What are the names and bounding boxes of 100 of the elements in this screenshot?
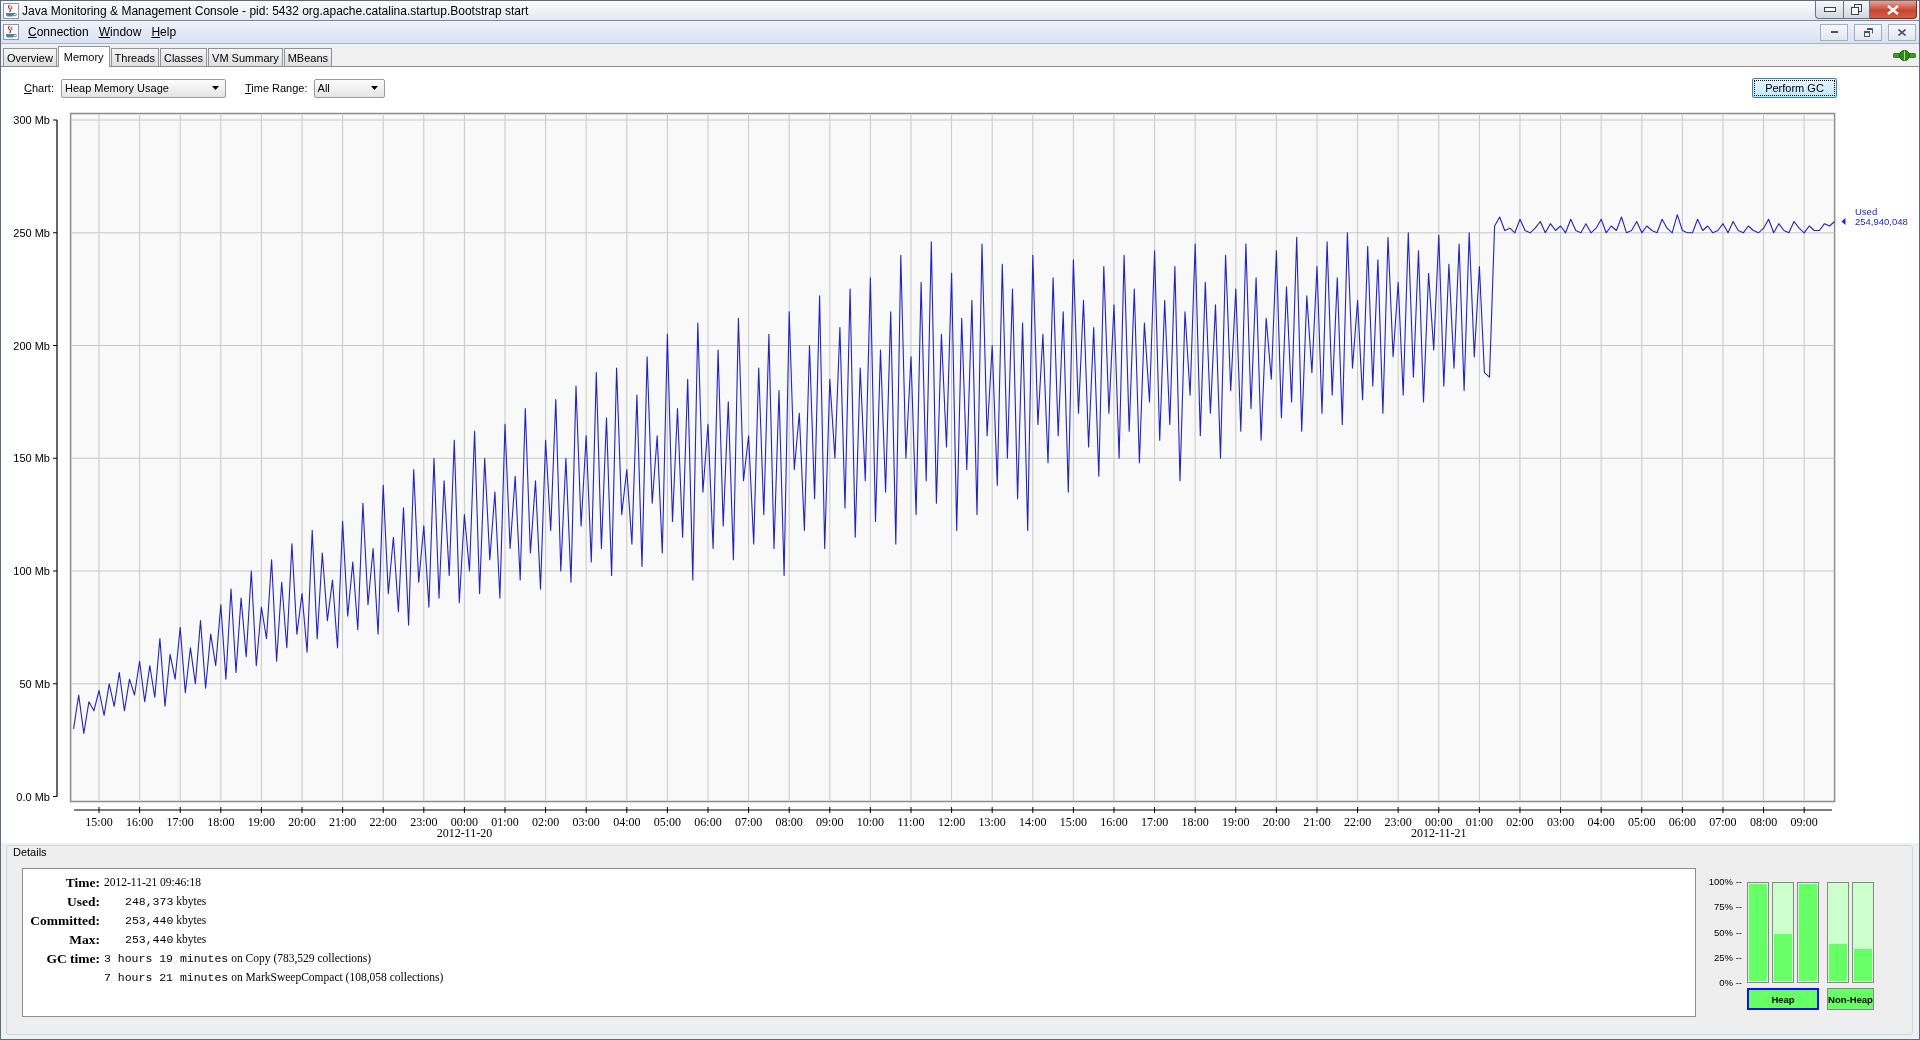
x-tick-label: 00:00: [1425, 815, 1453, 829]
chart-dropdown[interactable]: Heap Memory Usage: [60, 78, 226, 98]
menu-item[interactable]: Window: [93, 25, 147, 39]
tab[interactable]: Threads: [110, 48, 159, 66]
x-tick-label: 10:00: [856, 815, 885, 829]
x-tick-label: 15:00: [85, 815, 113, 829]
x-tick-label: 17:00: [166, 815, 194, 829]
minimize-button[interactable]: [1820, 23, 1848, 41]
x-tick-label: 23:00: [1384, 815, 1412, 829]
detail-value: 253,440: [125, 932, 174, 948]
y-tick-label: 250 Mb: [13, 226, 50, 239]
caret-icon: [211, 86, 219, 90]
x-tick-label: 23:00: [410, 815, 438, 829]
x-tick-label: 08:00: [775, 815, 803, 829]
minimize-icon: [1823, 7, 1836, 12]
x-tick-label: 05:00: [1628, 815, 1656, 829]
x-tick-label: 20:00: [1262, 815, 1291, 829]
menu-item[interactable]: Help: [146, 25, 182, 39]
x-tick-label: 19:00: [1222, 815, 1250, 829]
gc-description: on MarkSweepCompact (108,058 collections): [231, 970, 444, 986]
time-range-dropdown[interactable]: All: [313, 78, 385, 98]
x-tick-label: 21:00: [328, 815, 357, 829]
detail-label: Max:: [68, 931, 100, 949]
detail-value: 2012-11-21 09:46:18: [104, 875, 201, 890]
scale-label: 50% --: [1714, 926, 1742, 939]
restore-icon: [1863, 27, 1873, 37]
connection-plug-icon: [1893, 49, 1916, 61]
detail-label: Time:: [64, 874, 100, 892]
minimize-button[interactable]: [1815, 1, 1844, 19]
x-tick-label: 07:00: [1709, 815, 1737, 829]
x-tick-label: 20:00: [288, 815, 316, 829]
restore-button[interactable]: [1844, 1, 1870, 19]
x-tick-label: 22:00: [369, 815, 397, 829]
y-tick-label: 200 Mb: [13, 339, 50, 352]
y-tick-label: 300 Mb: [13, 114, 50, 126]
x-tick-label: 04:00: [1587, 815, 1615, 829]
tab[interactable]: Overview: [3, 48, 57, 66]
tab[interactable]: MBeans: [283, 48, 333, 66]
scale-label: 75% --: [1714, 901, 1742, 914]
x-tick-label: 01:00: [491, 815, 519, 829]
x-tick-label: 02:00: [1506, 815, 1534, 829]
caret-icon: [370, 86, 378, 90]
y-tick-label: 100 Mb: [13, 565, 50, 577]
x-tick-label: 09:00: [1790, 815, 1818, 829]
menu-item[interactable]: Connection: [23, 25, 94, 39]
series-label: Used: [1855, 206, 1878, 217]
window-title: Java Monitoring & Management Console - pid: 5432 org.apache.catalina.startup.Bootstrap start: [22, 3, 529, 18]
x-tick-label: 07:00: [734, 815, 763, 829]
x-tick-label: 22:00: [1343, 815, 1372, 829]
detail-label: Committed:: [29, 912, 100, 930]
unit-label: kbytes: [176, 932, 207, 948]
x-tick-label: 17:00: [1140, 815, 1169, 829]
close-icon: [1887, 4, 1899, 15]
x-tick-label: 18:00: [1181, 815, 1209, 829]
scale-label: 25% --: [1714, 951, 1742, 964]
x-tick-label: 16:00: [125, 815, 154, 829]
minimize-icon: [1830, 31, 1838, 33]
gc-duration: 7 hours 21 minutes: [104, 970, 229, 986]
close-button[interactable]: [1870, 1, 1917, 19]
pool-group-button[interactable]: Heap: [1747, 988, 1819, 1010]
tab[interactable]: Classes: [159, 48, 208, 66]
coffee-cup-icon: [3, 2, 19, 19]
y-tick-label: 0.0 Mb: [16, 790, 50, 803]
time-range-label: Time Range:: [244, 82, 308, 94]
y-tick-label: 50 Mb: [19, 677, 50, 690]
unit-label: kbytes: [176, 913, 207, 929]
tab[interactable]: Memory: [57, 46, 110, 67]
x-tick-label: 16:00: [1100, 815, 1128, 829]
unit-label: kbytes: [176, 894, 207, 910]
date-label: 2012-11-20: [436, 826, 493, 840]
restore-icon: [1851, 4, 1862, 15]
close-button[interactable]: [1888, 23, 1916, 41]
chart-label: Chart:: [24, 82, 54, 94]
x-tick-label: 11:00: [897, 815, 925, 829]
detail-value: 253,440: [125, 913, 174, 929]
x-tick-label: 05:00: [653, 815, 682, 829]
gc-duration: 3 hours 19 minutes: [104, 951, 229, 967]
x-tick-label: 09:00: [816, 815, 844, 829]
section-title: Details: [13, 846, 47, 859]
x-tick-label: 21:00: [1303, 815, 1331, 829]
pointer-icon: [1841, 218, 1846, 225]
detail-value: 248,373: [125, 894, 174, 910]
date-label: 2012-11-21: [1411, 826, 1467, 840]
restore-button[interactable]: [1854, 23, 1882, 41]
x-tick-label: 06:00: [1668, 815, 1697, 829]
detail-label: GC time:: [45, 950, 100, 968]
x-tick-label: 15:00: [1059, 815, 1088, 829]
current-value-label: 254,940,048: [1855, 216, 1908, 228]
x-tick-label: 04:00: [613, 815, 641, 829]
pool-group-button[interactable]: Non-Heap: [1827, 988, 1874, 1010]
perform-gc-button[interactable]: Perform GC: [1752, 78, 1837, 98]
scale-label: 0% --: [1719, 977, 1742, 989]
y-tick-label: 150 Mb: [13, 452, 50, 465]
coffee-cup-icon: [3, 24, 19, 40]
x-tick-label: 03:00: [572, 815, 600, 829]
x-tick-label: 02:00: [531, 815, 560, 829]
tab[interactable]: VM Summary: [208, 48, 283, 66]
x-tick-label: 14:00: [1019, 815, 1047, 829]
x-tick-label: 03:00: [1546, 815, 1575, 829]
x-tick-label: 00:00: [450, 815, 479, 829]
